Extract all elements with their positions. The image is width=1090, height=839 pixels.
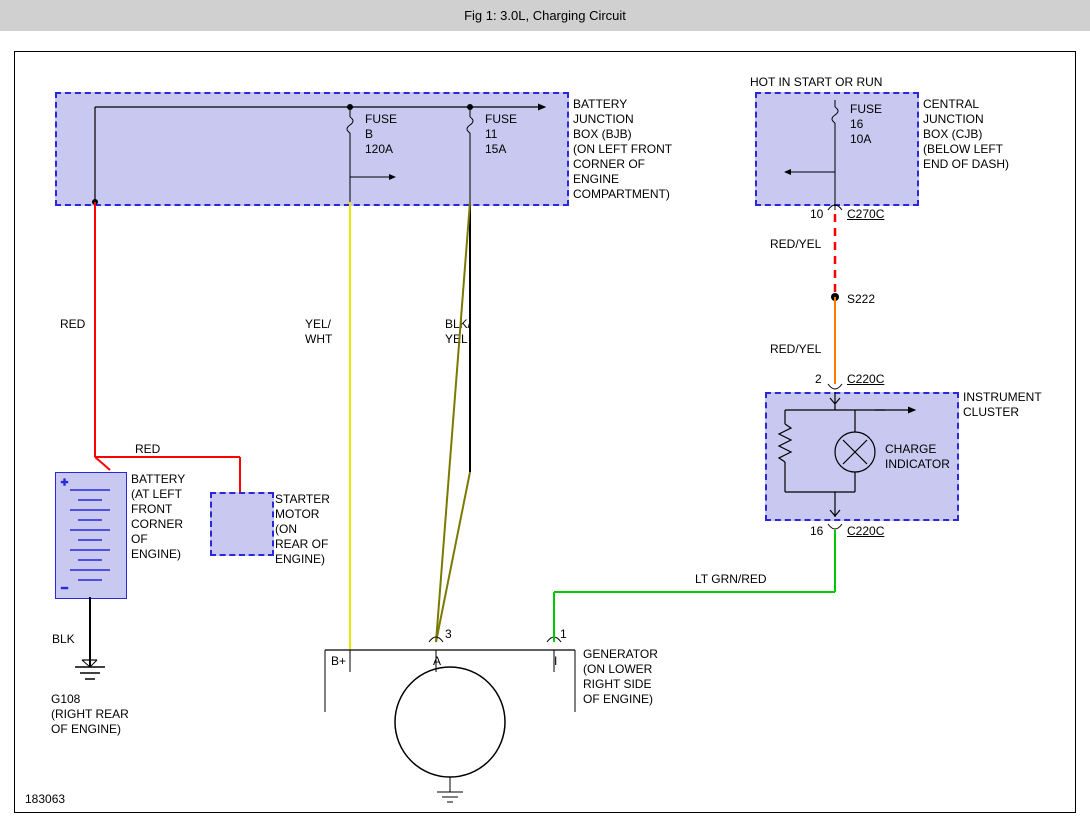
central-junction-box [755,92,919,206]
fuse-16-l2: 16 [850,117,863,132]
generator-label: GENERATOR (ON LOWER RIGHT SIDE OF ENGINE… [583,647,658,707]
gen-pin-1: 1 [560,627,567,642]
wire-red-1: RED [60,317,85,332]
wire-ltgrnred: LT GRN/RED [695,572,767,587]
gen-pin-3: 3 [445,627,452,642]
c220c-bot-name: C220C [847,524,884,539]
battery-label: BATTERY (AT LEFT FRONT CORNER OF ENGINE) [131,472,185,562]
diagram-canvas: BATTERY JUNCTION BOX (BJB) (ON LEFT FRON… [14,51,1076,813]
wire-yelwht: YEL/ WHT [305,317,332,347]
c220c-top-pin: 2 [815,372,822,387]
figure-title-bar: Fig 1: 3.0L, Charging Circuit [0,0,1090,31]
cjb-hot-label: HOT IN START OR RUN [750,75,882,90]
diagram-id: 183063 [25,792,65,807]
s222-name: S222 [847,292,875,307]
fuse-11-l1: FUSE [485,112,517,127]
c270c-pin: 10 [810,207,823,222]
gen-i: I [554,654,557,669]
fuse-11-l2: 11 [485,127,497,142]
cjb-label: CENTRAL JUNCTION BOX (CJB) (BELOW LEFT E… [923,97,1009,172]
wire-blk: BLK [52,632,75,647]
gen-a: A [433,654,441,669]
wire-redyel-1: RED/YEL [770,237,821,252]
wire-redyel-2: RED/YEL [770,342,821,357]
fuse-16-l3: 10A [850,132,871,147]
c270c-name: C270C [847,207,884,222]
fuse-16-l1: FUSE [850,102,882,117]
battery-box [55,472,127,599]
c220c-top-name: C220C [847,372,884,387]
figure-title: Fig 1: 3.0L, Charging Circuit [464,8,626,23]
gen-bplus: B+ [331,654,346,669]
starter-motor-box [210,492,274,556]
wire-blkyel: BLK/ YEL [445,317,471,347]
cluster-label: INSTRUMENT CLUSTER [963,390,1042,420]
fuse-b-l2: B [365,127,373,142]
ground-label: G108 (RIGHT REAR OF ENGINE) [51,692,129,737]
fuse-b-l1: FUSE [365,112,397,127]
starter-label: STARTER MOTOR (ON REAR OF ENGINE) [275,492,330,567]
wire-red-2: RED [135,442,160,457]
fuse-b-l3: 120A [365,142,393,157]
c220c-bot-pin: 16 [810,524,823,539]
fuse-11-l3: 15A [485,142,506,157]
bjb-label: BATTERY JUNCTION BOX (BJB) (ON LEFT FRON… [573,97,672,202]
indicator-label: CHARGE INDICATOR [885,442,950,472]
